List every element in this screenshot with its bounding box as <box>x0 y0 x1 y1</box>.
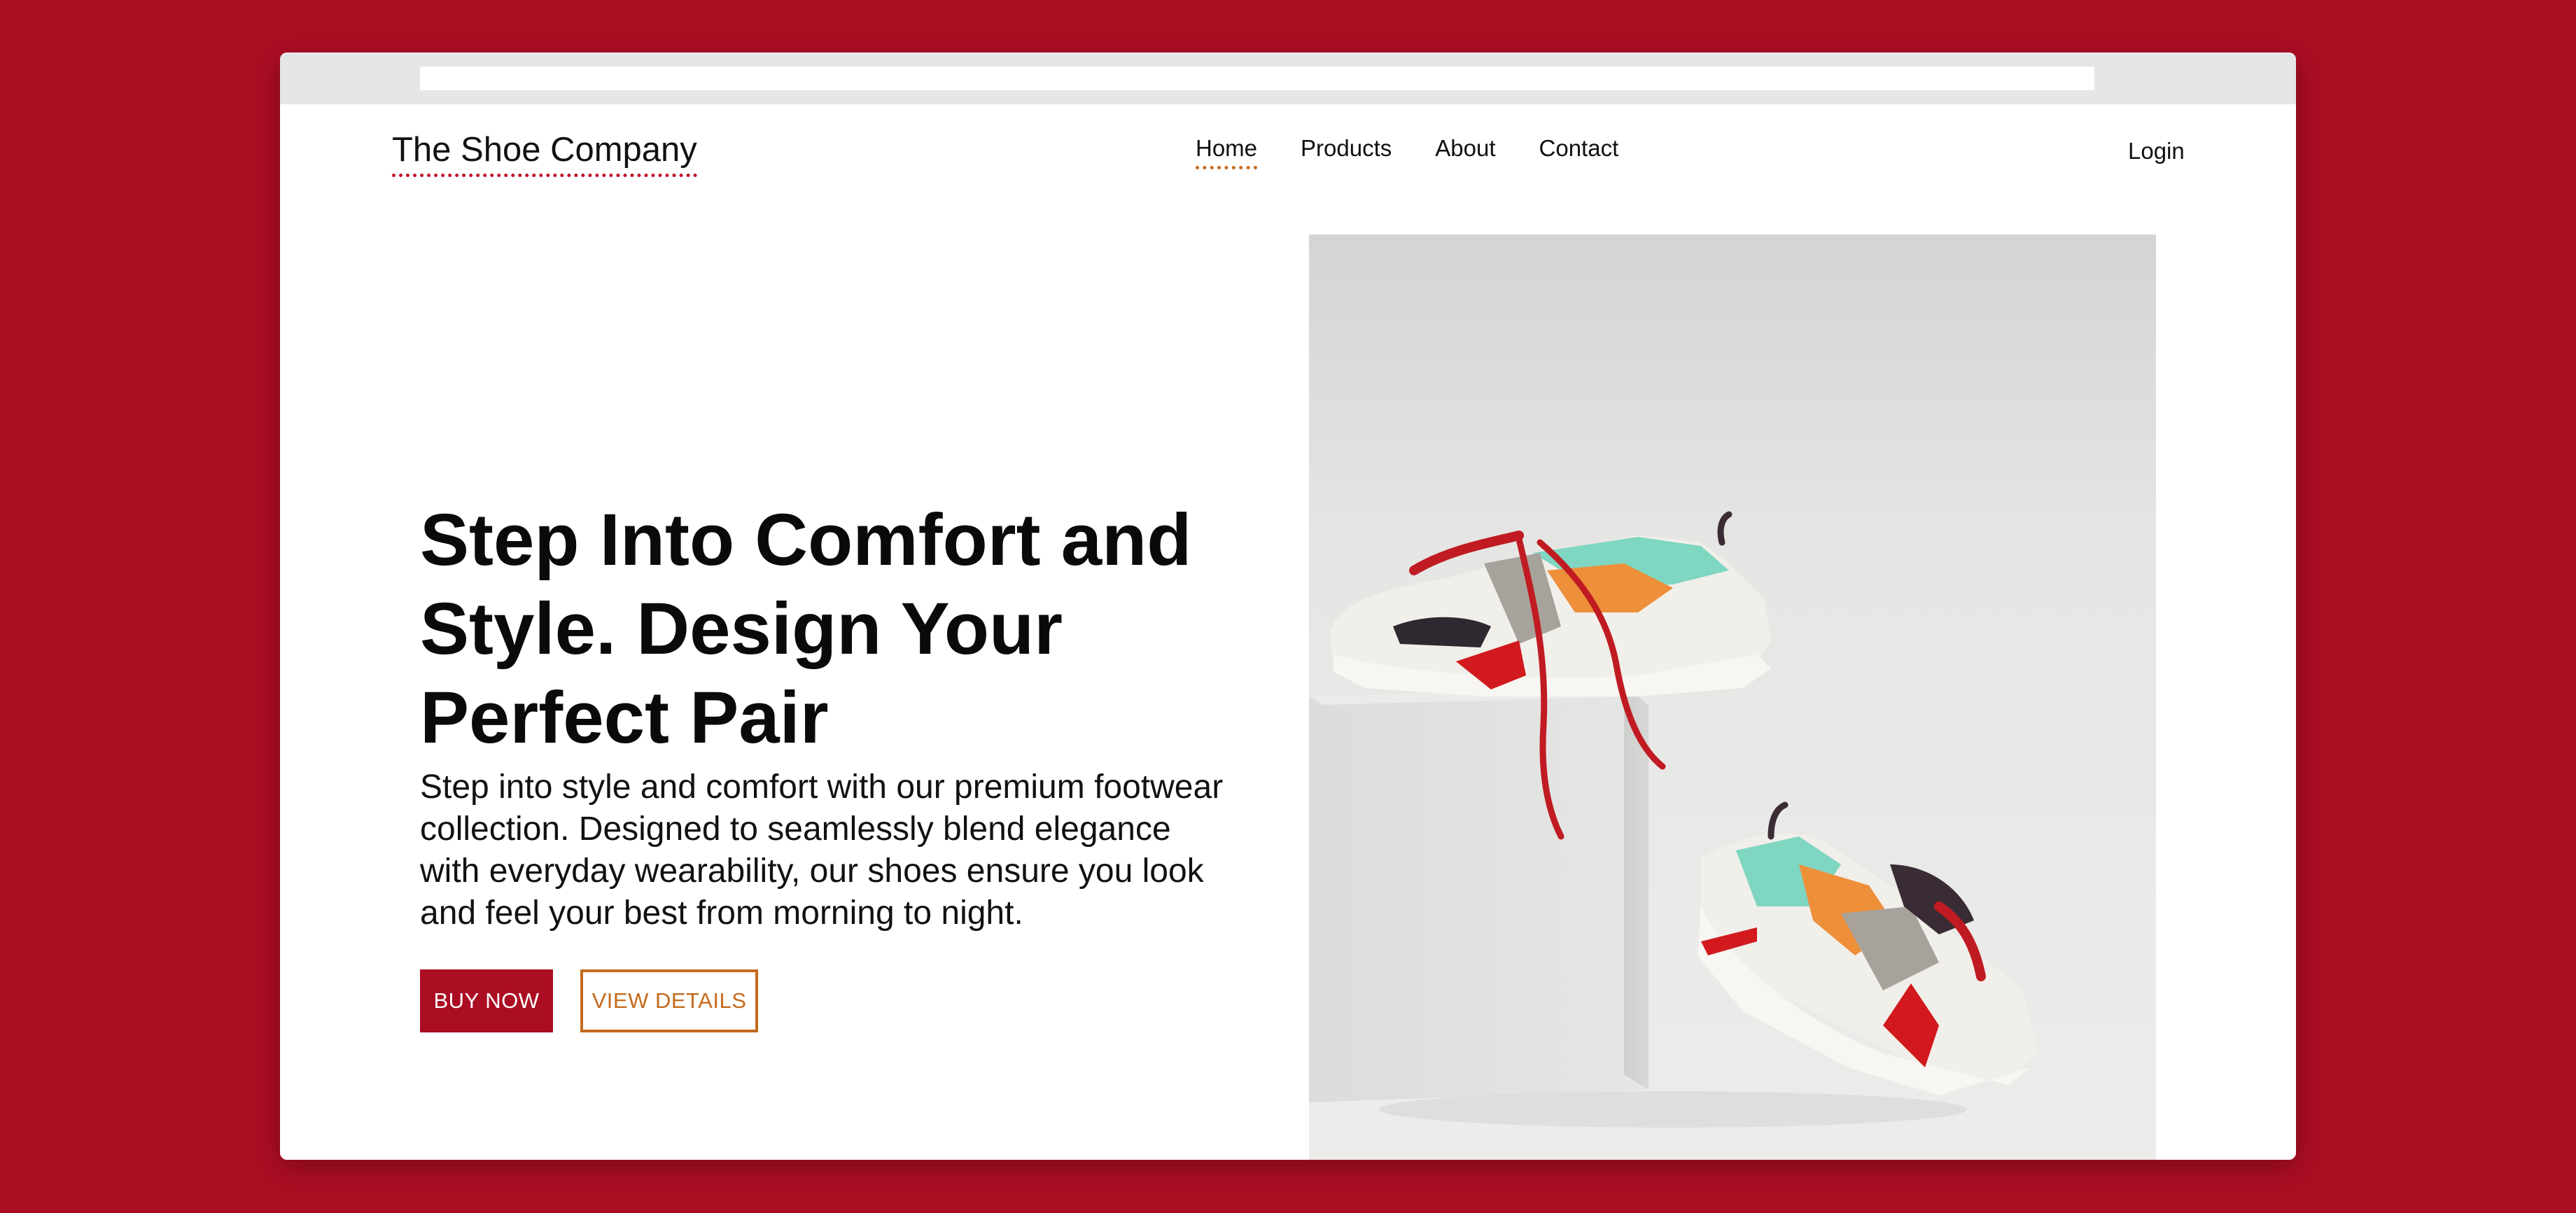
browser-window: The Shoe Company Home Products About Con… <box>280 52 2296 1160</box>
sneaker-bottom <box>1698 801 2037 1095</box>
address-bar[interactable] <box>420 66 2094 90</box>
login-link[interactable]: Login <box>2128 138 2185 164</box>
hero-description: Step into style and comfort with our pre… <box>420 769 1224 932</box>
sneakers-illustration <box>1309 511 2037 1128</box>
main-nav: Home Products About Contact <box>1196 135 1618 169</box>
view-details-button[interactable]: VIEW DETAILS <box>580 969 758 1032</box>
nav-item-products[interactable]: Products <box>1301 135 1392 169</box>
nav-item-home[interactable]: Home <box>1196 135 1258 169</box>
nav-item-contact[interactable]: Contact <box>1539 135 1619 169</box>
nav-item-about[interactable]: About <box>1435 135 1495 169</box>
buy-now-button[interactable]: BUY NOW <box>420 969 553 1032</box>
hero-product-image <box>1309 234 2156 1160</box>
site-logo[interactable]: The Shoe Company <box>392 129 697 177</box>
browser-toolbar <box>280 52 2296 104</box>
hero-title: Step Into Comfort and Style. Design Your… <box>420 499 1192 759</box>
